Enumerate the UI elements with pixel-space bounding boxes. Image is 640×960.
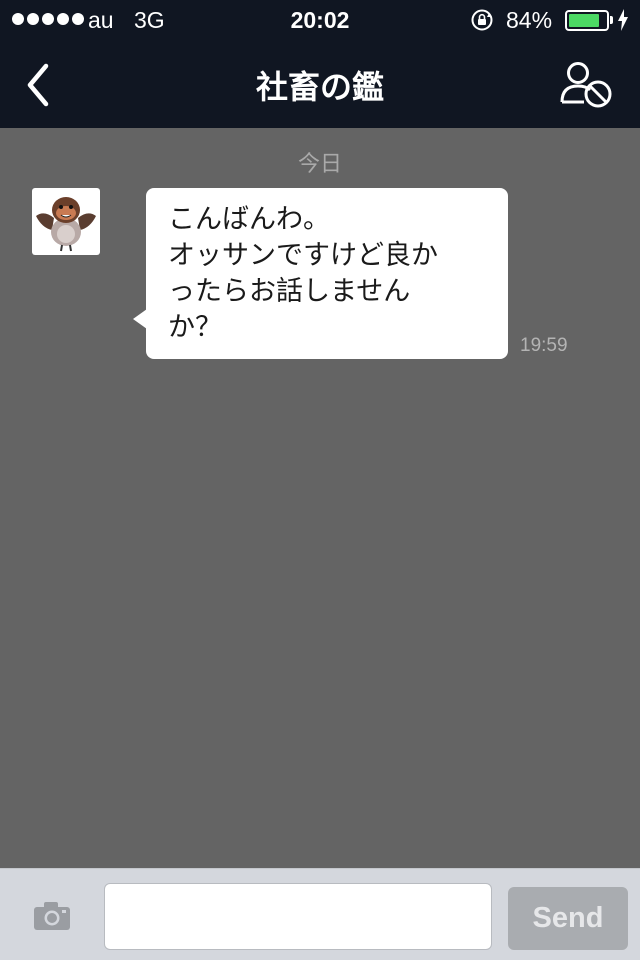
date-separator: 今日	[297, 152, 342, 177]
battery-tip	[610, 16, 613, 24]
chat-area[interactable]: 今日 こんばんわ。 オッサンですけど良か ったらお話しません か？ 19:59	[0, 128, 640, 868]
message-line: ったらお話しません	[168, 276, 411, 307]
battery-percent: 84%	[506, 7, 553, 33]
input-bar: Send	[0, 868, 640, 960]
message-line: か？	[168, 312, 222, 343]
user-block-icon[interactable]	[558, 60, 616, 110]
message-input[interactable]	[104, 883, 492, 950]
rotation-lock-icon	[471, 9, 493, 31]
avatar[interactable]	[32, 188, 100, 255]
battery-icon	[565, 10, 609, 31]
message-line: こんばんわ。	[168, 204, 330, 235]
camera-icon[interactable]	[33, 901, 71, 931]
chat-title: 社畜の鑑	[255, 68, 384, 106]
bubble-tail	[133, 309, 147, 329]
message-bubble[interactable]: こんばんわ。 オッサンですけど良か ったらお話しません か？	[146, 188, 508, 359]
charging-bolt-icon	[618, 9, 628, 31]
nav-bar: 社畜の鑑	[0, 40, 640, 128]
status-bar: au 3G 20:02 84%	[0, 0, 640, 40]
send-button[interactable]: Send	[508, 887, 628, 950]
bird-character-avatar-icon	[36, 197, 96, 252]
chat-screen: au 3G 20:02 84% 社畜の鑑 今日 こんばんわ。 オッサンですけど良…	[0, 0, 640, 960]
message-line: オッサンですけど良か	[168, 240, 438, 271]
message-timestamp: 19:59	[520, 335, 568, 356]
